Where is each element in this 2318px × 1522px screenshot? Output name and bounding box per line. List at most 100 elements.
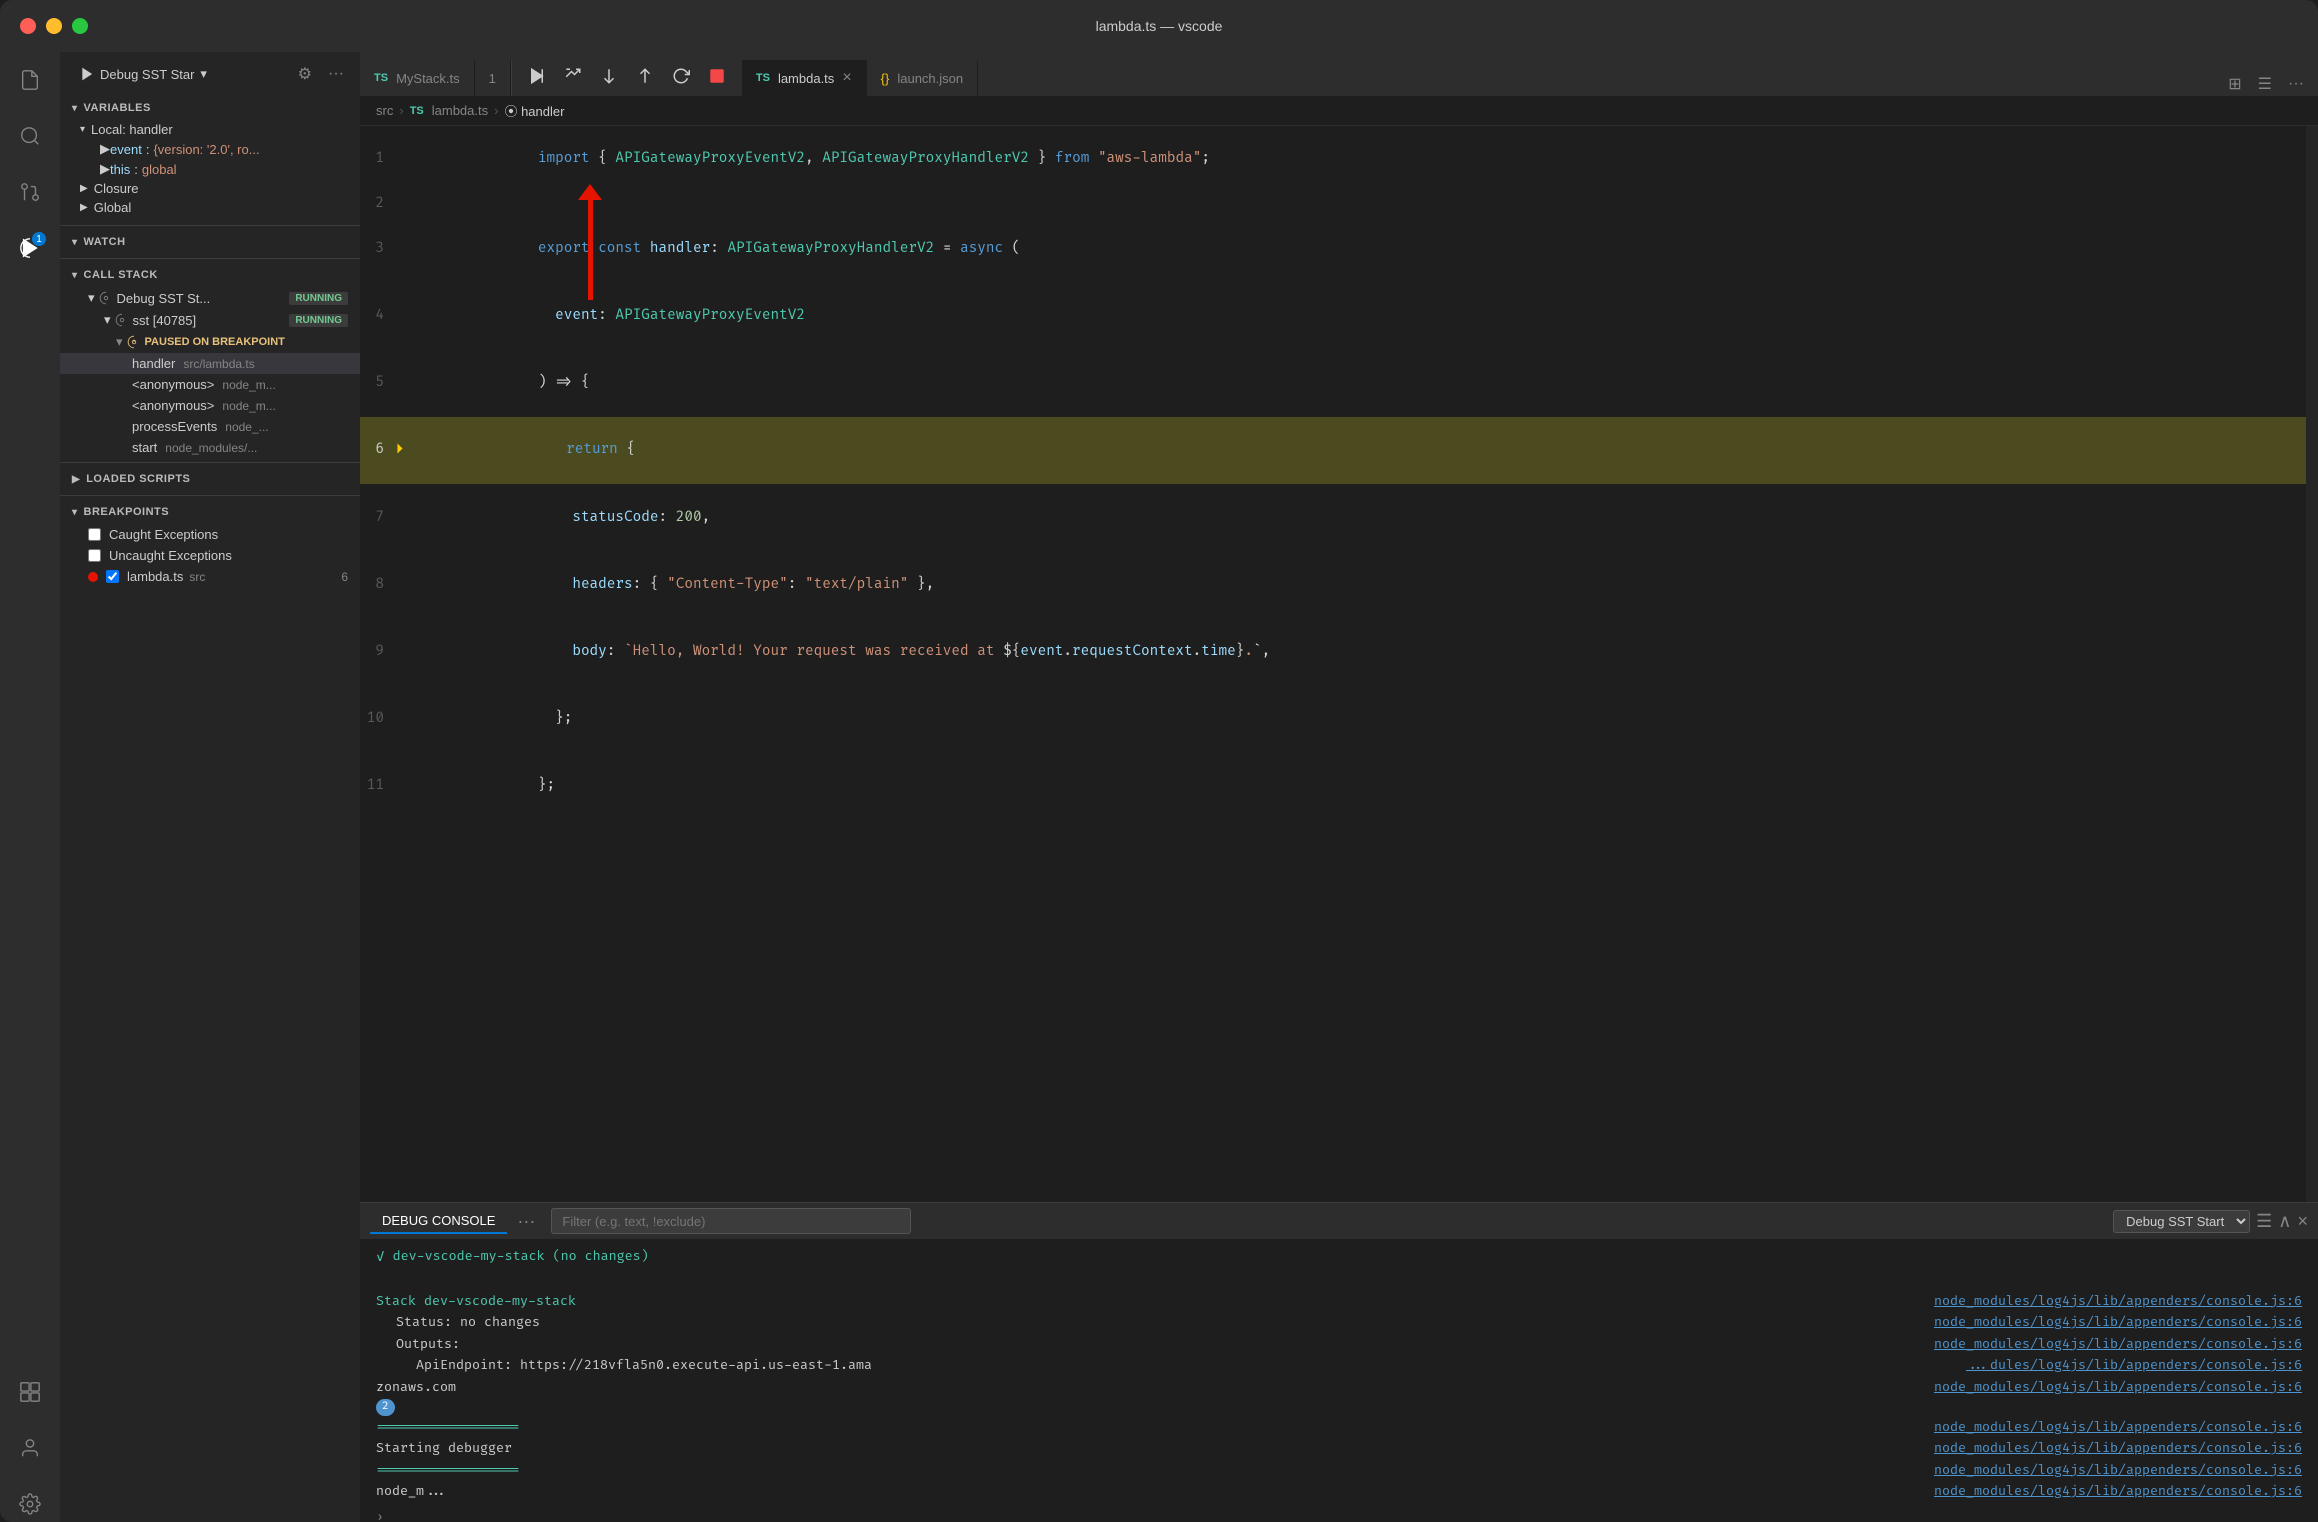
console-link-9[interactable]: node_modules/log4js/lib/appenders/consol… [1934, 1482, 2302, 1502]
var-event-row[interactable]: ▶ event : {version: '2.0', ro... [60, 139, 360, 159]
global-label: Global [94, 200, 132, 215]
gear-icon-btn[interactable]: ⚙ [294, 62, 316, 86]
code-editor[interactable]: 1 import { APIGatewayProxyEventV2, APIGa… [360, 126, 2306, 1202]
console-api-text: ApiEndpoint: https://218vfla5n0.execute-… [376, 1356, 872, 1376]
closure-label: Closure [94, 181, 139, 196]
paused-breakpoint-item[interactable]: ▾ PAUSED ON BREAKPOINT [60, 331, 360, 353]
tab-lambda-close[interactable]: × [842, 69, 851, 87]
stop-button[interactable] [702, 65, 732, 92]
tab-lambda-lang: TS [756, 72, 770, 84]
search-icon[interactable] [12, 118, 48, 154]
frame-handler-name: handler [132, 356, 175, 371]
files-icon[interactable] [12, 62, 48, 98]
settings-icon[interactable] [12, 1486, 48, 1522]
console-link-5[interactable]: node_modules/log4js/lib/appenders/consol… [1934, 1378, 2302, 1398]
caught-exceptions-item: Caught Exceptions [60, 524, 360, 545]
console-link-7[interactable]: node_modules/log4js/lib/appenders/consol… [1934, 1439, 2302, 1459]
console-outputs-text: Outputs: [376, 1335, 460, 1355]
debug-console-tab[interactable]: DEBUG CONSOLE [370, 1209, 507, 1234]
console-line-badge: 2 [376, 1399, 2302, 1416]
callstack-header[interactable]: ▾ CALL STACK [60, 263, 360, 287]
close-button[interactable] [20, 18, 36, 34]
frame-processevents[interactable]: processEvents node_... [60, 416, 360, 437]
console-link-4[interactable]: ...dules/log4js/lib/appenders/console.js… [1966, 1356, 2302, 1376]
extensions-icon[interactable] [12, 1374, 48, 1410]
lambda-ts-checkbox[interactable] [106, 570, 119, 583]
more-tabs-btn[interactable]: ··· [2284, 73, 2308, 95]
more-actions-btn[interactable]: ··· [324, 62, 348, 86]
minimize-button[interactable] [46, 18, 62, 34]
debug-config-button[interactable]: Debug SST Star ▾ [72, 62, 215, 86]
scroll-up-btn[interactable]: ∧ [2278, 1211, 2291, 1232]
split-editor-btn[interactable]: ⊞ [2224, 72, 2245, 96]
console-link-3[interactable]: node_modules/log4js/lib/appenders/consol… [1934, 1335, 2302, 1355]
console-prompt-line: › [376, 1504, 2302, 1522]
frame-anon-2-file: node_m... [222, 399, 275, 413]
debug-config-label: Debug SST Star [100, 67, 194, 82]
breakpoints-header[interactable]: ▾ BREAKPOINTS [60, 500, 360, 524]
variables-header[interactable]: ▾ VARIABLES [60, 96, 360, 120]
console-line-stack: Stack dev-vscode-my-stack node_modules/l… [376, 1292, 2302, 1312]
console-output[interactable]: ✓ dev-vscode-my-stack (no changes) Stack… [360, 1239, 2318, 1522]
var-event-value: {version: '2.0', ro... [153, 142, 259, 157]
console-link-6[interactable]: node_modules/log4js/lib/appenders/consol… [1934, 1418, 2302, 1438]
watch-header[interactable]: ▾ WATCH [60, 230, 360, 254]
loaded-scripts-header[interactable]: ▶ LOADED SCRIPTS [60, 467, 360, 491]
console-link-2[interactable]: node_modules/log4js/lib/appenders/consol… [1934, 1313, 2302, 1333]
tab-lambda[interactable]: TS lambda.ts × [742, 60, 867, 96]
run-debug-icon[interactable]: 1 [12, 230, 48, 266]
restart-button[interactable] [666, 65, 696, 92]
step-out-button[interactable] [630, 65, 660, 92]
caught-exceptions-label: Caught Exceptions [109, 527, 218, 542]
window-title: lambda.ts — vscode [1096, 18, 1223, 34]
code-line-4: 4 event: APIGatewayProxyEventV2 [360, 283, 2306, 350]
var-this-row[interactable]: ▶ this : global [60, 159, 360, 179]
callstack-debug-sst[interactable]: ▾ Debug SST St... RUNNING [60, 287, 360, 309]
tabs-bar-icons: ⊞ ☰ ··· [2214, 72, 2318, 96]
sst-chevron: ▾ [104, 312, 111, 328]
console-more-tabs[interactable]: ··· [511, 1211, 541, 1232]
console-link-1[interactable]: node_modules/log4js/lib/appenders/consol… [1934, 1292, 2302, 1312]
frame-start[interactable]: start node_modules/... [60, 437, 360, 458]
callstack-chevron: ▾ [72, 270, 78, 281]
maximize-button[interactable] [72, 18, 88, 34]
frame-handler[interactable]: handler src/lambda.ts [60, 353, 360, 374]
tab-mystack[interactable]: TS MyStack.ts [360, 60, 475, 96]
paused-label: PAUSED ON BREAKPOINT [145, 336, 285, 348]
source-dropdown[interactable]: Debug SST Start [2113, 1210, 2250, 1233]
console-filter-input[interactable] [551, 1208, 911, 1234]
step-over-button[interactable] [558, 65, 588, 92]
close-console-btn[interactable]: × [2297, 1211, 2308, 1232]
frame-anon-2-name: <anonymous> [132, 398, 214, 413]
lambda-ts-line: 6 [341, 570, 348, 584]
tab-1[interactable]: 1 [475, 60, 511, 96]
sidebar-header: Debug SST Star ▾ ⚙ ··· [60, 52, 360, 96]
uncaught-exceptions-checkbox[interactable] [88, 549, 101, 562]
clear-console-btn[interactable]: ☰ [2256, 1211, 2272, 1232]
variables-label: VARIABLES [84, 102, 151, 114]
local-handler-group[interactable]: ▾ Local: handler [60, 120, 360, 139]
tab-lambda-label: lambda.ts [778, 71, 834, 86]
step-into-button[interactable] [594, 65, 624, 92]
separator-2: ================== [376, 1461, 520, 1481]
continue-button[interactable] [522, 65, 552, 92]
code-line-5: 5 ) => { [360, 350, 2306, 417]
source-control-icon[interactable] [12, 174, 48, 210]
frame-anon-2[interactable]: <anonymous> node_m... [60, 395, 360, 416]
var-this-name: this [110, 162, 130, 177]
debug-console-tab-label: DEBUG CONSOLE [382, 1213, 495, 1228]
global-group[interactable]: ▶ Global [60, 198, 360, 217]
code-line-6: 6 ⏵ return { [360, 417, 2306, 484]
this-chevron: ▶ [100, 161, 110, 177]
frame-anon-1[interactable]: <anonymous> node_m... [60, 374, 360, 395]
closure-group[interactable]: ▶ Closure [60, 179, 360, 198]
toggle-sidebar-btn[interactable]: ☰ [2254, 72, 2276, 96]
lambda-ts-src: src [189, 570, 205, 584]
accounts-icon[interactable] [12, 1430, 48, 1466]
caught-exceptions-checkbox[interactable] [88, 528, 101, 541]
callstack-sst-process[interactable]: ▾ sst [40785] RUNNING [60, 309, 360, 331]
console-link-8[interactable]: node_modules/log4js/lib/appenders/consol… [1934, 1461, 2302, 1481]
sidebar-scroll[interactable]: ▾ VARIABLES ▾ Local: handler ▶ event : {… [60, 96, 360, 1522]
tab-launch-json[interactable]: {} launch.json [867, 60, 978, 96]
code-line-3: 3 export const handler: APIGatewayProxyH… [360, 216, 2306, 283]
